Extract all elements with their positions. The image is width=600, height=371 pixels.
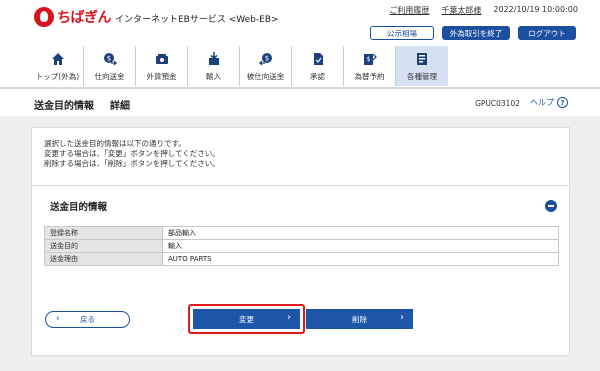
nav-item-remittance-out[interactable]: $ 仕向送金	[84, 46, 136, 86]
nav-item-label: 仕向送金	[94, 72, 125, 81]
end-fx-button[interactable]: 外為取引を終了	[442, 26, 510, 40]
nav-item-label: 為替予約	[354, 72, 385, 81]
instruction-message: 選択した送金目的情報は以下の通りです。 変更する場合は、「変更」ボタンを押してく…	[44, 139, 220, 169]
nav-item-import[interactable]: 輸入	[188, 46, 240, 86]
page-code: GPUC03102	[475, 99, 520, 108]
management-icon	[415, 52, 429, 66]
nav-item-management[interactable]: 各種管理	[396, 46, 448, 86]
chevron-right-icon: ›	[400, 312, 404, 323]
chevron-right-icon: ›	[287, 312, 291, 323]
page-title: 送金目的情報	[34, 101, 94, 112]
row-label: 送金目的	[44, 239, 163, 253]
public-rates-button[interactable]: 公示相場	[370, 26, 434, 40]
message-line: 変更する場合は、「変更」ボタンを押してください。	[44, 149, 220, 158]
bank-logo: ちばぎん インターネットEBサービス <Web-EB>	[34, 7, 279, 27]
logout-button[interactable]: ログアウト	[518, 26, 576, 40]
svg-text:$: $	[366, 56, 370, 63]
help-icon: ?	[557, 97, 568, 108]
help-label: ヘルプ	[530, 98, 554, 107]
back-button-label: 戻る	[80, 315, 95, 324]
svg-text:$: $	[264, 55, 268, 63]
remittance-out-icon: $	[103, 52, 117, 66]
nav-item-top[interactable]: トップ(外為)	[32, 46, 84, 86]
section-header: 送金目的情報	[32, 185, 569, 219]
page-title-bar: 送金目的情報 詳細 GPUC03102 ヘルプ ?	[0, 89, 600, 116]
chevron-left-icon: ‹	[56, 314, 60, 324]
svg-text:$: $	[106, 55, 110, 63]
import-icon	[207, 52, 221, 66]
table-row: 送金理由 AUTO PARTS	[44, 252, 559, 266]
table-row: 登録名称 部品輸入	[44, 226, 559, 240]
back-button[interactable]: ‹ 戻る	[45, 311, 130, 328]
nav-item-label: 各種管理	[407, 72, 437, 81]
collapse-icon[interactable]	[545, 200, 557, 212]
nav-item-label: 輸入	[206, 72, 221, 81]
section-title: 送金目的情報	[50, 202, 108, 213]
nav-item-label: トップ(外為)	[35, 72, 80, 81]
user-name-link[interactable]: 千葉太郎様	[441, 5, 481, 16]
page-subtitle: 詳細	[110, 101, 130, 112]
delete-button-label: 削除	[352, 314, 367, 324]
content-panel: 選択した送金目的情報は以下の通りです。 変更する場合は、「変更」ボタンを押してく…	[31, 127, 570, 356]
row-value: AUTO PARTS	[162, 252, 559, 266]
message-line: 選択した送金目的情報は以下の通りです。	[44, 139, 186, 148]
table-row: 送金目的 輸入	[44, 239, 559, 253]
nav-item-label: 外貨預金	[146, 72, 177, 81]
header-buttons: 公示相場 外為取引を終了 ログアウト	[370, 26, 576, 40]
nav-item-label: 承認	[310, 72, 325, 81]
current-datetime: 2022/10/19 10:00:00	[493, 5, 578, 14]
nav-item-remittance-in[interactable]: $ 被仕向送金	[240, 46, 292, 86]
deposit-icon	[155, 52, 169, 66]
logo-text: ちばぎん	[57, 10, 112, 26]
delete-button[interactable]: 削除 ›	[306, 309, 413, 329]
row-value: 部品輸入	[162, 226, 559, 240]
home-icon	[51, 52, 65, 66]
change-button[interactable]: 変更 ›	[193, 309, 300, 329]
help-link[interactable]: ヘルプ ?	[530, 97, 568, 108]
message-line: 削除する場合は、「削除」ボタンを押してください。	[44, 159, 220, 168]
service-name: インターネットEBサービス <Web-EB>	[115, 15, 279, 25]
approval-icon	[311, 52, 325, 66]
detail-table: 登録名称 部品輸入 送金目的 輸入 送金理由 AUTO PARTS	[44, 226, 559, 266]
row-value: 輸入	[162, 239, 559, 253]
row-label: 登録名称	[44, 226, 163, 240]
nav-item-forward-contract[interactable]: $ 為替予約	[344, 46, 396, 86]
logo-mark-icon	[34, 7, 54, 27]
change-button-label: 変更	[239, 314, 254, 324]
main-nav: トップ(外為) $ 仕向送金 外貨預金 輸入 $ 被仕向送金 承認 $ 為替予約	[32, 46, 448, 86]
nav-item-deposit[interactable]: 外貨預金	[136, 46, 188, 86]
row-label: 送金理由	[44, 252, 163, 266]
forward-contract-icon: $	[363, 52, 377, 66]
nav-item-approval[interactable]: 承認	[292, 46, 344, 86]
nav-item-label: 被仕向送金	[246, 72, 285, 81]
remittance-in-icon: $	[258, 52, 273, 66]
usage-history-link[interactable]: ご利用履歴	[389, 5, 429, 16]
header-info: ご利用履歴 千葉太郎様 2022/10/19 10:00:00	[389, 5, 578, 16]
